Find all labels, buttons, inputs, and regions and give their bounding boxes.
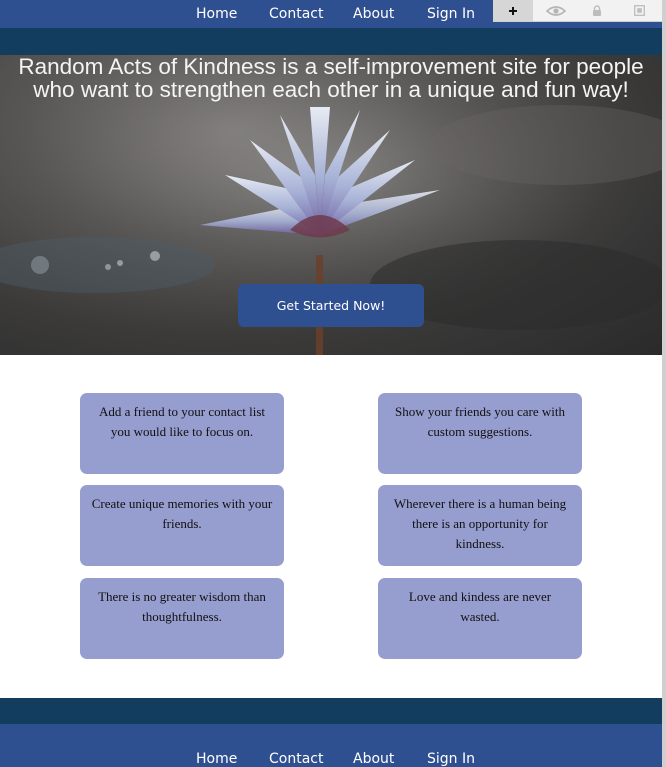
nav-contact-link[interactable]: Contact <box>269 6 323 22</box>
page: Home Contact About Sign In Random Acts o… <box>0 0 666 767</box>
hero-section: Random Acts of Kindness is a self-improv… <box>0 55 662 355</box>
eye-button[interactable] <box>541 0 571 21</box>
lock-icon <box>593 4 601 16</box>
feature-card: There is no greater wisdom than thoughtf… <box>80 578 284 659</box>
feature-card: Wherever there is a human being there is… <box>378 485 582 566</box>
footer-about-link[interactable]: About <box>353 751 394 767</box>
footer-signin-link[interactable]: Sign In <box>427 751 475 767</box>
nav-signin-link[interactable]: Sign In <box>427 6 475 22</box>
nav-home-link[interactable]: Home <box>196 6 237 22</box>
footer-home-link[interactable]: Home <box>196 751 237 767</box>
hero-headline: Random Acts of Kindness is a self-improv… <box>18 55 644 102</box>
footer-band <box>0 698 662 724</box>
window-edge <box>662 0 666 767</box>
footer-nav: Home Contact About Sign In <box>0 724 662 767</box>
get-started-button[interactable]: Get Started Now! <box>238 284 424 327</box>
box-icon <box>633 5 645 16</box>
footer-contact-link[interactable]: Contact <box>269 751 323 767</box>
feature-card: Create unique memories with your friends… <box>80 485 284 566</box>
top-band <box>0 28 662 55</box>
feature-card: Add a friend to your contact list you wo… <box>80 393 284 474</box>
plus-icon <box>509 6 517 15</box>
nav-about-link[interactable]: About <box>353 6 394 22</box>
content-section: Add a friend to your contact list you wo… <box>0 355 662 698</box>
eye-icon <box>546 5 566 16</box>
feature-card: Love and kindess are never wasted. <box>378 578 582 659</box>
overlay-toolbar <box>493 0 663 22</box>
plus-button[interactable] <box>493 0 533 21</box>
lock-button[interactable] <box>585 0 609 21</box>
feature-card: Show your friends you care with custom s… <box>378 393 582 474</box>
box-button[interactable] <box>627 0 651 21</box>
